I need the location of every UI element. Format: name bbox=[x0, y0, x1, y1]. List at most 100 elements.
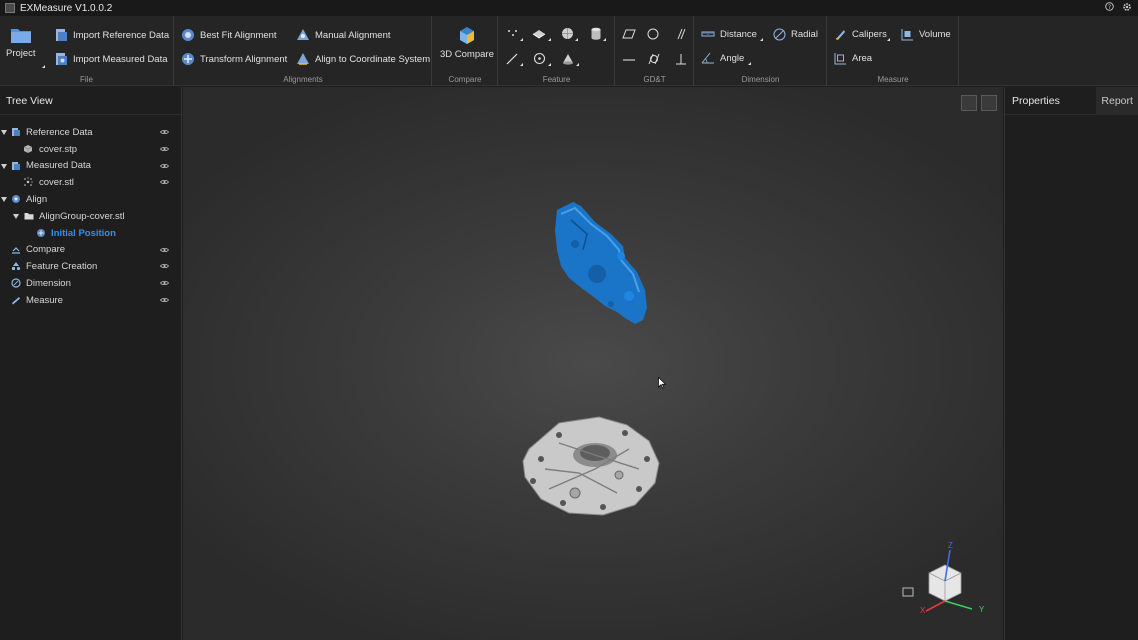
import-reference-data-button[interactable]: Import Reference Data bbox=[54, 28, 169, 42]
tab-properties[interactable]: Properties bbox=[1005, 87, 1096, 115]
help-icon[interactable]: ? bbox=[1105, 2, 1114, 12]
line-feature-icon[interactable] bbox=[506, 53, 518, 65]
visibility-eye-icon[interactable] bbox=[160, 179, 169, 185]
tree-item-label: Measure bbox=[26, 294, 63, 306]
tree-item-label: Reference Data bbox=[26, 126, 93, 138]
axis-y-label: Y bbox=[979, 605, 985, 614]
tree-item-label: Compare bbox=[26, 244, 66, 256]
fit-view-icon bbox=[902, 587, 914, 597]
axis-x-label: X bbox=[920, 606, 926, 615]
tree-item-dimension[interactable]: Dimension bbox=[0, 275, 182, 292]
tree-item-aligngroup-cover-stl[interactable]: AlignGroup-cover.stl bbox=[0, 208, 182, 225]
collapse-arrow-icon[interactable] bbox=[1, 163, 7, 169]
file-group: Project Import Reference Data Import Mea… bbox=[0, 16, 174, 86]
collapse-arrow-icon[interactable] bbox=[1, 197, 7, 203]
properties-panel: Properties Report bbox=[1004, 87, 1138, 640]
cone-dropdown-arrow-icon[interactable] bbox=[576, 63, 579, 66]
solid-model-icon bbox=[23, 144, 33, 153]
project-button[interactable]: Project bbox=[6, 26, 36, 59]
visibility-eye-icon[interactable] bbox=[160, 247, 169, 253]
volume-icon bbox=[901, 29, 913, 41]
visibility-eye-icon[interactable] bbox=[160, 146, 169, 152]
title-bar: EXMeasure V1.0.0.2 ? bbox=[0, 0, 1138, 16]
visibility-eye-icon[interactable] bbox=[160, 280, 169, 286]
axis-z-label: Z bbox=[948, 541, 953, 550]
straightness-icon[interactable] bbox=[623, 58, 635, 62]
calipers-button[interactable]: Calipers bbox=[834, 28, 887, 41]
cylinder-dropdown-arrow-icon[interactable] bbox=[603, 38, 606, 41]
visibility-eye-icon[interactable] bbox=[160, 297, 169, 303]
coordinate-system-icon bbox=[297, 53, 309, 65]
3d-compare-icon bbox=[459, 27, 474, 44]
distance-button[interactable]: Distance bbox=[701, 28, 757, 40]
visibility-eye-icon[interactable] bbox=[160, 263, 169, 269]
plane-feature-icon[interactable] bbox=[532, 28, 546, 40]
area-button[interactable]: Area bbox=[834, 52, 872, 65]
cylinder-feature-icon[interactable] bbox=[590, 27, 602, 40]
parallelism-icon[interactable] bbox=[675, 28, 687, 40]
measured-part-model[interactable] bbox=[551, 200, 651, 330]
tree-item-measure[interactable]: Measure bbox=[0, 292, 182, 309]
circle-feature-icon[interactable] bbox=[533, 52, 546, 65]
reference-part-model[interactable] bbox=[519, 413, 663, 519]
radial-button[interactable]: Radial bbox=[773, 28, 818, 41]
transform-alignment-label: Transform Alignment bbox=[200, 53, 288, 65]
feature-group: Feature bbox=[499, 16, 615, 86]
3d-compare-button[interactable]: 3D Compare bbox=[440, 25, 494, 60]
import-reference-data-label: Import Reference Data bbox=[73, 29, 170, 41]
import-measured-data-button[interactable]: Import Measured Data bbox=[54, 52, 168, 66]
perpendicularity-icon[interactable] bbox=[675, 53, 687, 65]
ribbon-toolbar: Project Import Reference Data Import Mea… bbox=[0, 16, 1138, 86]
tree-item-cover-stp[interactable]: cover.stp bbox=[0, 141, 182, 158]
tree-item-reference-data[interactable]: Reference Data bbox=[0, 124, 182, 141]
tree-item-cover-stl[interactable]: cover.stl bbox=[0, 174, 182, 191]
calipers-dropdown-arrow-icon[interactable] bbox=[887, 38, 890, 41]
tree-item-label: AlignGroup-cover.stl bbox=[39, 210, 125, 222]
measure-group-label: Measure bbox=[877, 75, 909, 84]
view-cube[interactable]: Z X Y bbox=[899, 541, 991, 619]
tree-item-feature-creation[interactable]: Feature Creation bbox=[0, 258, 182, 275]
circle-dropdown-arrow-icon[interactable] bbox=[548, 63, 551, 66]
point-dropdown-arrow-icon[interactable] bbox=[520, 38, 523, 41]
import-measured-data-label: Import Measured Data bbox=[73, 53, 168, 65]
collapse-arrow-icon[interactable] bbox=[1, 130, 7, 135]
sphere-feature-icon[interactable] bbox=[561, 27, 574, 40]
tree-item-measured-data[interactable]: Measured Data bbox=[0, 158, 182, 175]
3d-viewport[interactable]: Z X Y bbox=[183, 87, 1003, 640]
tree-item-initial-position[interactable]: Initial Position bbox=[0, 225, 182, 242]
transform-alignment-button[interactable]: Transform Alignment bbox=[181, 52, 287, 66]
cone-feature-icon[interactable] bbox=[562, 53, 574, 65]
sphere-dropdown-arrow-icon[interactable] bbox=[575, 38, 578, 41]
project-dropdown-arrow-icon[interactable] bbox=[42, 65, 45, 68]
line-dropdown-arrow-icon[interactable] bbox=[520, 63, 523, 66]
circularity-icon[interactable] bbox=[647, 28, 659, 40]
distance-dropdown-arrow-icon[interactable] bbox=[760, 38, 763, 41]
cylindricity-icon[interactable] bbox=[647, 53, 661, 65]
settings-gear-icon[interactable] bbox=[1122, 2, 1132, 12]
alignments-group-label: Alignments bbox=[283, 75, 323, 84]
angle-label: Angle bbox=[720, 52, 745, 64]
collapse-arrow-icon[interactable] bbox=[13, 213, 19, 219]
svg-text:?: ? bbox=[1108, 5, 1111, 11]
point-feature-icon[interactable] bbox=[507, 28, 519, 40]
angle-dropdown-arrow-icon[interactable] bbox=[748, 62, 751, 65]
display-style-button[interactable] bbox=[981, 95, 997, 111]
angle-button[interactable]: Angle bbox=[701, 52, 744, 64]
manual-alignment-button[interactable]: Manual Alignment bbox=[296, 28, 391, 42]
window-title: EXMeasure V1.0.0.2 bbox=[20, 2, 113, 14]
measure-group: Calipers Volume Area Measure bbox=[828, 16, 959, 86]
tree-item-compare[interactable]: Compare bbox=[0, 242, 182, 259]
best-fit-alignment-button[interactable]: Best Fit Alignment bbox=[181, 28, 277, 42]
distance-icon bbox=[701, 31, 715, 37]
tab-report[interactable]: Report bbox=[1096, 87, 1138, 115]
view-mode-button[interactable] bbox=[961, 95, 977, 111]
compare-group-label: Compare bbox=[448, 75, 482, 84]
flatness-icon[interactable] bbox=[622, 29, 636, 39]
visibility-eye-icon[interactable] bbox=[160, 163, 169, 169]
tree-item-align[interactable]: Align bbox=[0, 191, 182, 208]
plane-dropdown-arrow-icon[interactable] bbox=[548, 38, 551, 41]
align-to-coordinate-system-button[interactable]: Align to Coordinate System bbox=[296, 52, 430, 66]
visibility-eye-icon[interactable] bbox=[160, 129, 169, 135]
view-cube-icon[interactable] bbox=[899, 543, 991, 619]
volume-button[interactable]: Volume bbox=[901, 28, 951, 41]
